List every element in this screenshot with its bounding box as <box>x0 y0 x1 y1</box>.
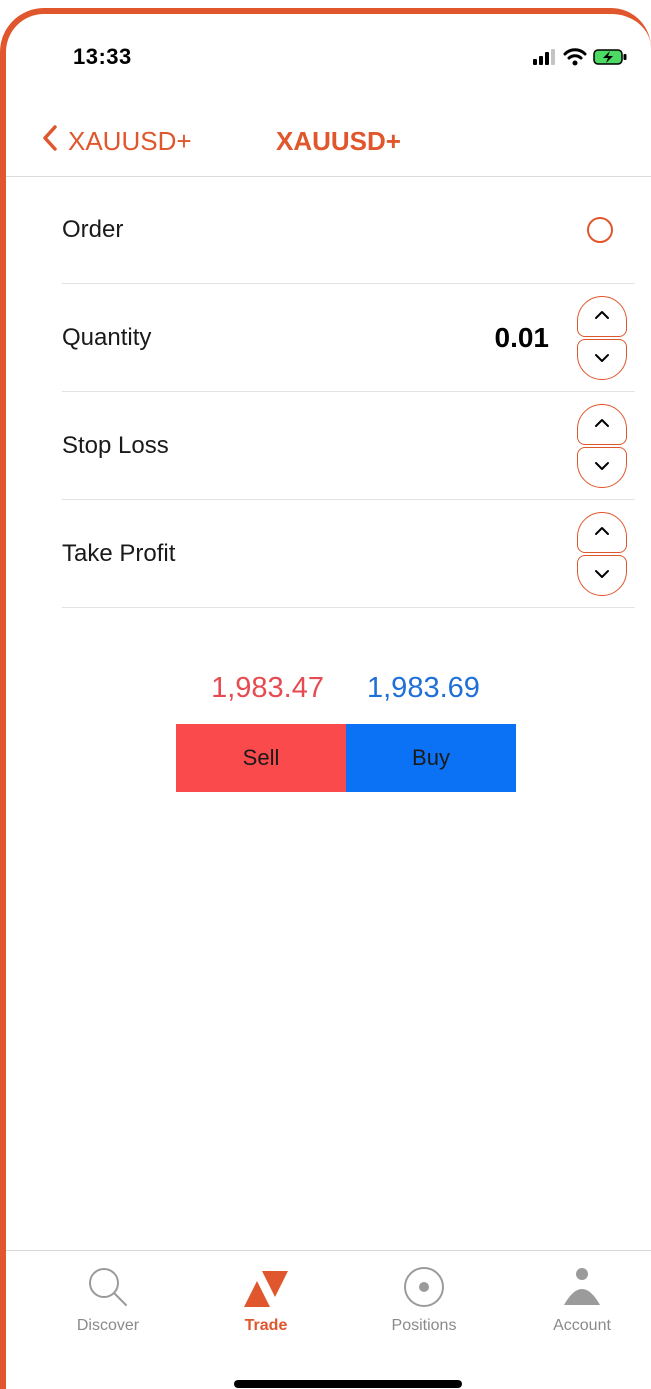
signal-icon <box>533 49 557 70</box>
price-area: 1,983.47 1,983.69 Sell Buy <box>176 672 516 792</box>
back-button[interactable]: XAUUSD+ <box>42 124 192 159</box>
stop-loss-stepper <box>577 403 627 488</box>
home-indicator <box>234 1380 462 1388</box>
positions-icon <box>400 1263 448 1311</box>
chevron-up-icon <box>594 415 610 433</box>
device-frame: 13:33 XAUUSD+ XAUUSD+ Order Quantity 0.0… <box>0 8 651 1389</box>
stop-loss-increment-button[interactable] <box>577 403 627 445</box>
status-time: 13:33 <box>73 44 132 69</box>
quantity-stepper <box>577 295 627 380</box>
battery-icon <box>593 48 629 71</box>
buy-price: 1,983.69 <box>367 672 480 704</box>
stop-loss-row: Stop Loss <box>62 392 635 500</box>
tab-bar: Discover Trade Positions Account <box>6 1250 651 1389</box>
chevron-up-icon <box>594 523 610 541</box>
take-profit-row: Take Profit <box>62 500 635 608</box>
tab-label-positions: Positions <box>391 1317 457 1334</box>
wifi-icon <box>563 48 587 71</box>
quantity-row: Quantity 0.01 <box>62 284 635 392</box>
status-bar: 13:33 <box>6 14 651 114</box>
chevron-down-icon <box>594 458 610 476</box>
take-profit-increment-button[interactable] <box>577 511 627 553</box>
back-label: XAUUSD+ <box>68 126 192 156</box>
tab-positions[interactable]: Positions <box>354 1251 494 1346</box>
chevron-left-icon <box>42 124 58 159</box>
chevron-down-icon <box>594 350 610 368</box>
status-icons <box>533 48 629 71</box>
quantity-label: Quantity <box>62 323 152 351</box>
order-row: Order <box>62 176 635 284</box>
stop-loss-label: Stop Loss <box>62 431 169 459</box>
chevron-up-icon <box>594 307 610 325</box>
price-line: 1,983.47 1,983.69 <box>176 672 516 724</box>
buy-button[interactable]: Buy <box>346 724 516 792</box>
tab-label-trade: Trade <box>244 1317 288 1334</box>
take-profit-stepper <box>577 511 627 596</box>
sell-button[interactable]: Sell <box>176 724 346 792</box>
sell-price: 1,983.47 <box>211 672 324 704</box>
quantity-value: 0.01 <box>494 321 550 353</box>
tab-account[interactable]: Account <box>512 1251 651 1346</box>
nav-bar: XAUUSD+ XAUUSD+ <box>6 106 651 177</box>
tab-discover[interactable]: Discover <box>38 1251 178 1346</box>
tab-trade[interactable]: Trade <box>196 1251 336 1346</box>
account-icon <box>558 1263 606 1311</box>
stop-loss-decrement-button[interactable] <box>577 446 627 488</box>
tab-label-account: Account <box>553 1317 611 1334</box>
trade-buttons: Sell Buy <box>176 724 516 792</box>
quantity-decrement-button[interactable] <box>577 338 627 380</box>
take-profit-label: Take Profit <box>62 539 176 567</box>
order-toggle[interactable] <box>587 216 613 243</box>
quantity-increment-button[interactable] <box>577 295 627 337</box>
page-title: XAUUSD+ <box>276 126 401 156</box>
take-profit-decrement-button[interactable] <box>577 554 627 596</box>
order-label: Order <box>62 215 124 243</box>
search-icon <box>84 1263 132 1311</box>
chevron-down-icon <box>594 566 610 584</box>
trade-icon <box>242 1263 290 1311</box>
tab-label-discover: Discover <box>76 1317 140 1334</box>
